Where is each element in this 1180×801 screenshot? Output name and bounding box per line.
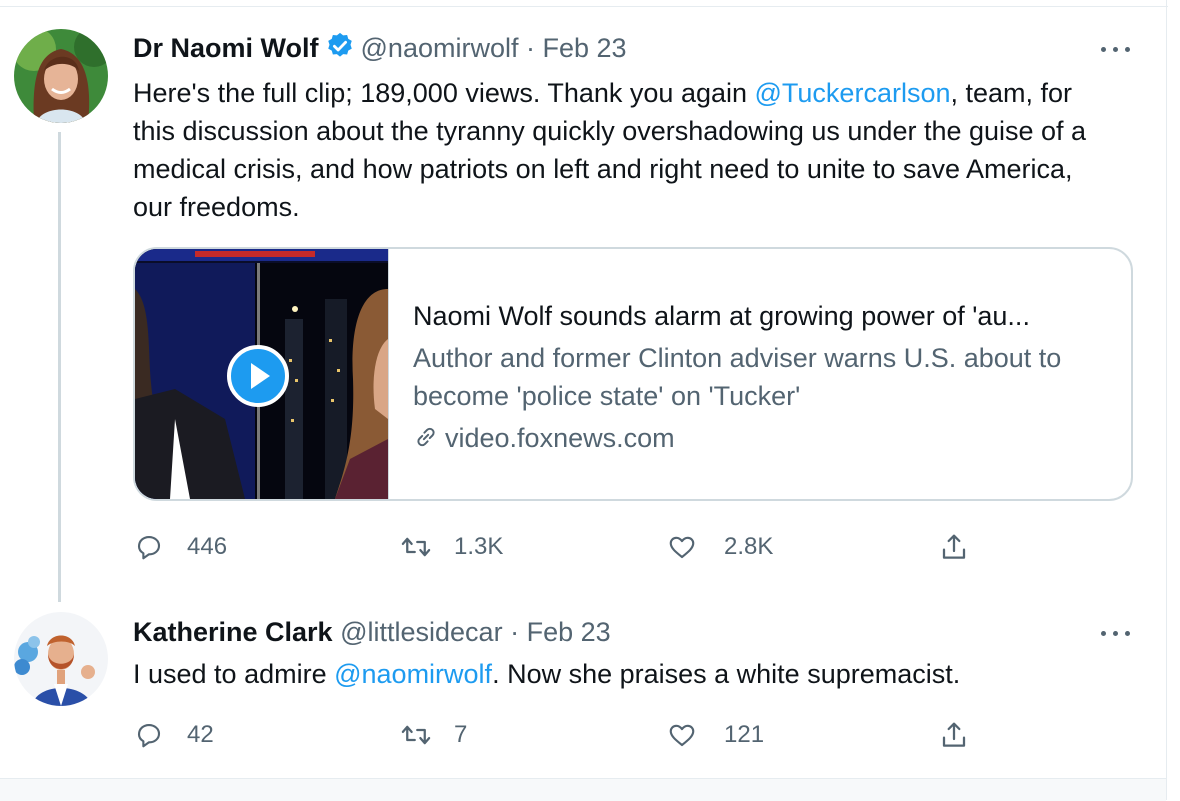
tweet-text-part: . Now she praises a white supremacist. bbox=[492, 659, 961, 689]
retweet-count: 1.3K bbox=[454, 533, 504, 560]
card-description: Author and former Clinton adviser warns … bbox=[413, 343, 1062, 411]
tweet-header: Katherine Clark @littlesidecar · Feb 23 bbox=[133, 615, 611, 649]
author-handle[interactable]: @littlesidecar bbox=[340, 617, 502, 647]
play-icon[interactable] bbox=[227, 345, 289, 407]
reply-button[interactable]: 446 bbox=[133, 532, 227, 562]
link-icon bbox=[413, 422, 439, 460]
card-title: Naomi Wolf sounds alarm at growing power… bbox=[413, 301, 1030, 331]
reply-button[interactable]: 42 bbox=[133, 720, 214, 750]
tweet-text-part: Here's the full clip; 189,000 views. Tha… bbox=[133, 78, 755, 108]
meta-separator: · bbox=[510, 617, 520, 647]
card-domain: video.foxnews.com bbox=[413, 419, 675, 460]
tweet-date[interactable]: Feb 23 bbox=[543, 33, 627, 63]
avatar[interactable] bbox=[14, 612, 108, 706]
heart-icon bbox=[665, 532, 699, 562]
retweet-icon bbox=[398, 720, 434, 750]
share-icon bbox=[938, 531, 970, 563]
mention-link[interactable]: @naomirwolf bbox=[334, 659, 492, 689]
author-handle[interactable]: @naomirwolf bbox=[361, 33, 519, 63]
reply-count: 446 bbox=[187, 533, 228, 560]
like-count: 2.8K bbox=[724, 533, 774, 560]
reply-icon bbox=[133, 720, 165, 750]
meta-separator: · bbox=[525, 33, 535, 63]
thread-connector-line bbox=[58, 132, 61, 602]
verified-badge-icon bbox=[325, 31, 355, 69]
retweet-button[interactable]: 7 bbox=[398, 720, 467, 750]
mention-link[interactable]: @Tuckercarlson bbox=[755, 78, 951, 108]
video-thumbnail[interactable] bbox=[135, 249, 389, 499]
right-divider bbox=[1166, 0, 1167, 800]
author-name[interactable]: Katherine Clark bbox=[133, 617, 333, 647]
like-count: 121 bbox=[724, 721, 765, 748]
tweet-text-part: I used to admire bbox=[133, 659, 335, 689]
tweet-date[interactable]: Feb 23 bbox=[527, 617, 611, 647]
retweet-count: 7 bbox=[454, 721, 468, 748]
heart-icon bbox=[665, 720, 699, 750]
author-name[interactable]: Dr Naomi Wolf bbox=[133, 33, 319, 63]
reply-count: 42 bbox=[187, 721, 214, 748]
tweet-header: Dr Naomi Wolf @naomirwolf · Feb 23 bbox=[133, 31, 627, 69]
share-button[interactable] bbox=[938, 532, 970, 562]
tweet-text: I used to admire @naomirwolf. Now she pr… bbox=[133, 655, 1093, 693]
tweet-text: Here's the full clip; 189,000 views. Tha… bbox=[133, 74, 1093, 226]
card-domain-text: video.foxnews.com bbox=[445, 423, 675, 453]
link-preview-card[interactable]: Naomi Wolf sounds alarm at growing power… bbox=[133, 247, 1133, 501]
top-divider bbox=[0, 0, 1168, 7]
avatar[interactable] bbox=[14, 29, 108, 123]
more-icon[interactable] bbox=[1099, 42, 1133, 56]
bottom-divider bbox=[0, 778, 1166, 801]
reply-icon bbox=[133, 532, 165, 562]
share-icon bbox=[938, 719, 970, 751]
like-button[interactable]: 2.8K bbox=[665, 532, 773, 562]
retweet-icon bbox=[398, 532, 434, 562]
like-button[interactable]: 121 bbox=[665, 720, 764, 750]
retweet-button[interactable]: 1.3K bbox=[398, 532, 503, 562]
share-button[interactable] bbox=[938, 720, 970, 750]
more-icon[interactable] bbox=[1099, 626, 1133, 640]
